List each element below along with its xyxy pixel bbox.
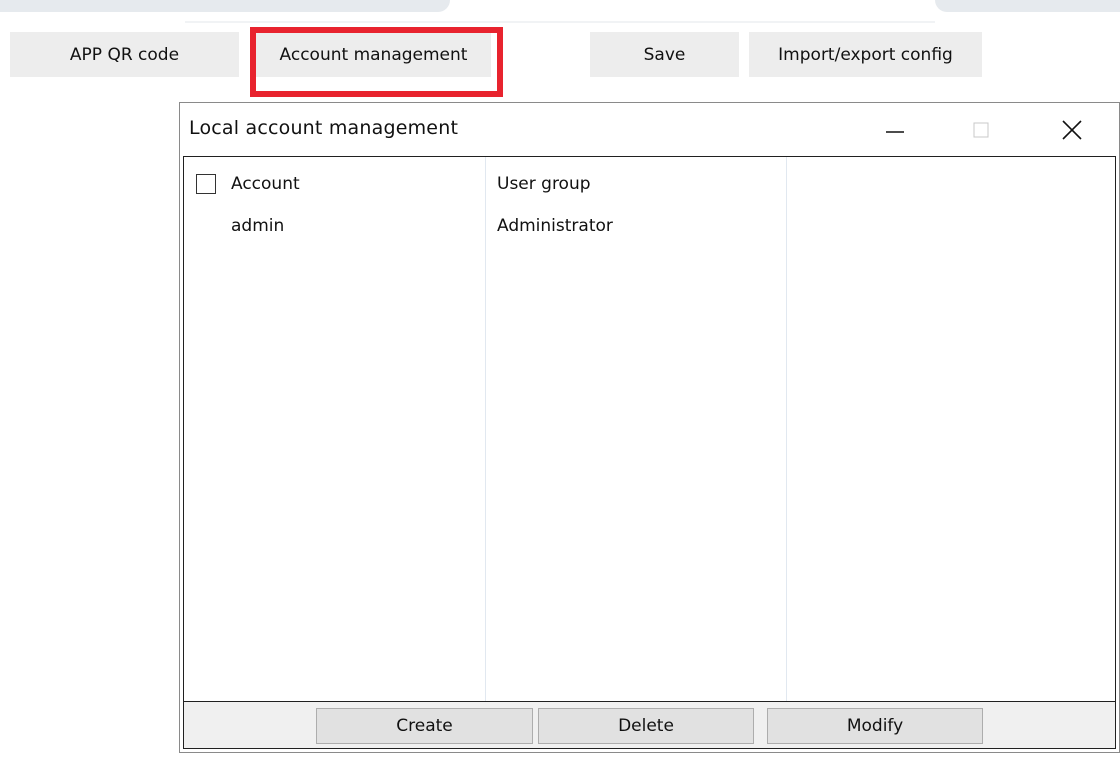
- row-user-group-cell[interactable]: Administrator: [497, 216, 613, 236]
- column-divider: [485, 157, 486, 701]
- column-header-user-group[interactable]: User group: [497, 174, 591, 194]
- row-account-cell[interactable]: admin: [231, 216, 284, 236]
- top-tab-remnant-left: [0, 0, 450, 12]
- account-table: Account User group admin Administrator: [183, 156, 1116, 702]
- select-all-checkbox[interactable]: [196, 174, 216, 194]
- local-account-management-dialog: Local account management Account User gr…: [179, 102, 1120, 753]
- minimize-icon: [886, 130, 904, 133]
- modify-button[interactable]: Modify: [767, 708, 983, 744]
- column-divider: [786, 157, 787, 701]
- app-qr-code-button[interactable]: APP QR code: [10, 32, 239, 77]
- screen: APP QR code Account management Save Impo…: [0, 0, 1120, 758]
- modify-label: Modify: [846, 716, 904, 736]
- close-icon: [1062, 119, 1082, 140]
- account-management-button-wrapper: Account management: [250, 27, 503, 97]
- top-tab-remnant-right: [935, 0, 1120, 12]
- app-qr-code-label: APP QR code: [69, 44, 180, 65]
- top-divider: [185, 21, 935, 23]
- maximize-icon: [973, 122, 989, 137]
- delete-label: Delete: [618, 716, 674, 736]
- account-management-label: Account management: [279, 44, 468, 65]
- maximize-button[interactable]: [951, 103, 1011, 156]
- save-button[interactable]: Save: [590, 32, 739, 77]
- dialog-title: Local account management: [189, 117, 459, 139]
- minimize-button[interactable]: [865, 103, 925, 156]
- account-management-button[interactable]: Account management: [256, 32, 491, 77]
- column-header-account[interactable]: Account: [231, 174, 300, 194]
- import-export-config-button[interactable]: Import/export config: [749, 32, 982, 77]
- dialog-titlebar[interactable]: Local account management: [180, 103, 1119, 156]
- save-label: Save: [643, 44, 686, 65]
- dialog-footer: Create Delete Modify: [183, 702, 1116, 749]
- create-label: Create: [396, 716, 453, 736]
- close-button[interactable]: [1042, 103, 1102, 156]
- import-export-config-label: Import/export config: [778, 44, 953, 65]
- create-button[interactable]: Create: [316, 708, 533, 744]
- delete-button[interactable]: Delete: [538, 708, 754, 744]
